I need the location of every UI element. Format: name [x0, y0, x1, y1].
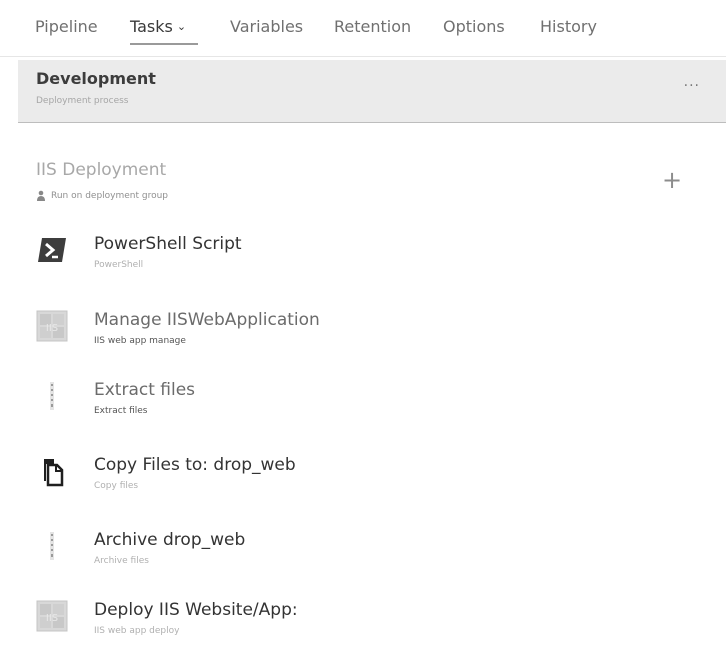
- tab-variables[interactable]: Variables: [230, 17, 303, 36]
- environment-subtitle: Deployment process: [36, 96, 129, 106]
- svg-text:IIS: IIS: [46, 613, 58, 624]
- tab-options[interactable]: Options: [443, 17, 505, 36]
- tab-retention[interactable]: Retention: [334, 17, 411, 36]
- task-type: IIS web app deploy: [94, 626, 180, 636]
- iis-icon: IIS: [36, 310, 68, 342]
- tab-pipeline[interactable]: Pipeline: [35, 17, 98, 36]
- more-actions-button[interactable]: ···: [684, 78, 700, 94]
- task-name: PowerShell Script: [94, 234, 242, 254]
- copy-files-icon: [44, 459, 64, 487]
- svg-text:IIS: IIS: [46, 323, 58, 334]
- task-name: Extract files: [94, 380, 196, 400]
- add-task-button[interactable]: +: [660, 168, 684, 192]
- zip-icon: [50, 382, 54, 410]
- task-item-deploy-iis[interactable]: IIS Deploy IIS Website/App: IIS web app …: [32, 600, 682, 652]
- task-name: Archive drop_web: [94, 530, 246, 550]
- active-tab-indicator: [130, 43, 198, 45]
- phase-subtitle: Run on deployment group: [36, 190, 168, 201]
- phase-title[interactable]: IIS Deployment: [36, 160, 166, 180]
- task-name: Deploy IIS Website/App:: [94, 600, 298, 620]
- powershell-icon: [38, 238, 66, 262]
- task-item-copy-files[interactable]: Copy Files to: drop_web Copy files: [32, 455, 682, 507]
- task-name: Manage IISWebApplication: [94, 310, 320, 330]
- task-type: PowerShell: [94, 260, 144, 270]
- chevron-down-icon: ⌄: [176, 20, 187, 33]
- environment-title: Development: [36, 69, 156, 88]
- task-item-powershell-script[interactable]: PowerShell Script PowerShell: [32, 234, 682, 286]
- person-icon: [37, 190, 45, 201]
- environment-header[interactable]: Development Deployment process ···: [18, 60, 726, 123]
- task-type: Copy files: [94, 481, 139, 491]
- task-type: Extract files: [94, 406, 148, 416]
- tab-history[interactable]: History: [540, 17, 597, 36]
- task-type: Archive files: [94, 556, 149, 566]
- tab-tasks[interactable]: Tasks ⌄: [130, 17, 186, 36]
- task-item-archive-drop-web[interactable]: Archive drop_web Archive files: [32, 530, 682, 582]
- iis-icon: IIS: [36, 600, 68, 632]
- release-definition-editor: Pipeline Tasks ⌄ Variables Retention Opti…: [0, 0, 726, 660]
- tab-bar: Pipeline Tasks ⌄ Variables Retention Opti…: [0, 0, 726, 57]
- task-type: IIS web app manage: [94, 336, 186, 346]
- zip-icon: [50, 532, 54, 560]
- task-name: Copy Files to: drop_web: [94, 455, 296, 475]
- phase-subtitle-text: Run on deployment group: [51, 190, 169, 201]
- task-item-extract-files[interactable]: Extract files Extract files: [32, 380, 682, 432]
- tab-tasks-label: Tasks: [130, 17, 173, 36]
- task-item-manage-iis[interactable]: IIS Manage IISWebApplication IIS web app…: [32, 310, 682, 362]
